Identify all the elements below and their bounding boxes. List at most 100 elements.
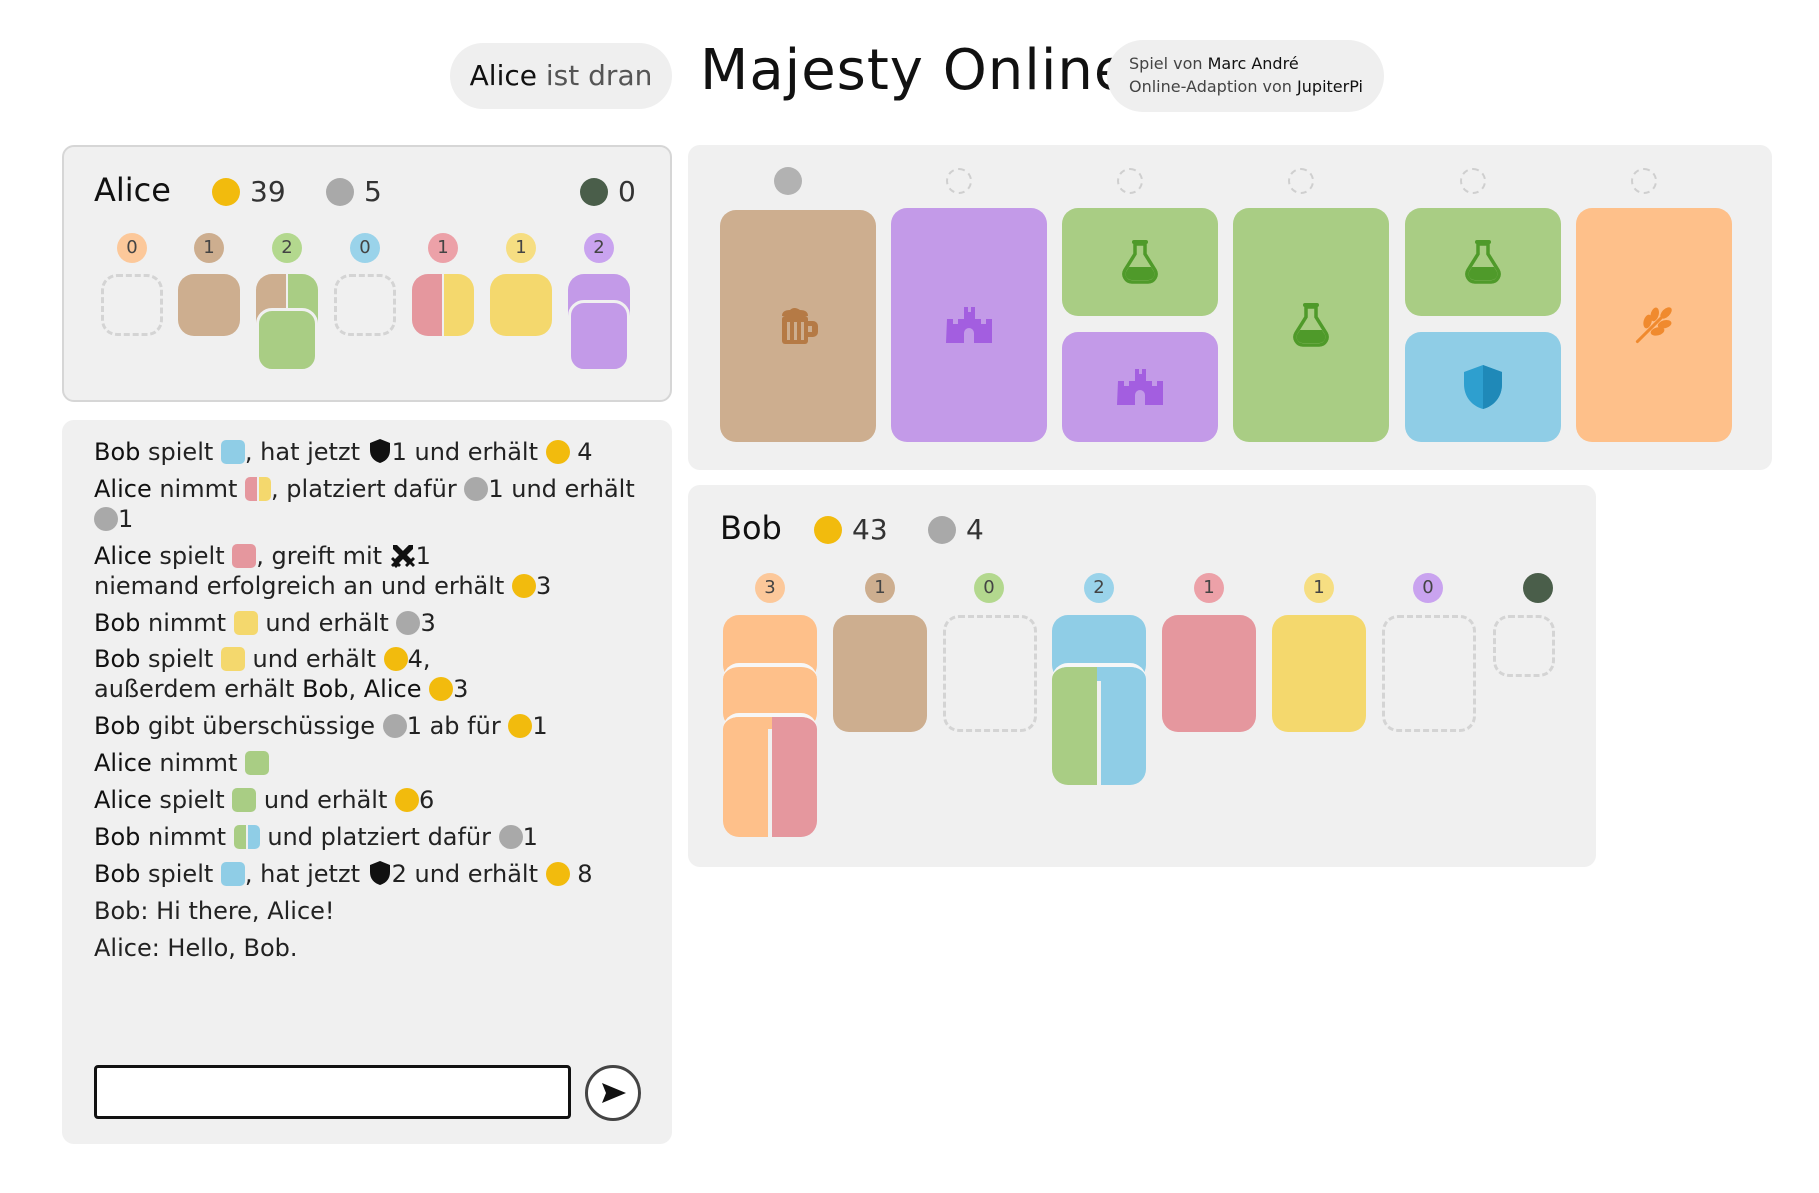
log-entry: Alice spielt und erhält 6 bbox=[94, 786, 435, 814]
building-count-badge: 1 bbox=[194, 233, 224, 263]
building-count-badge: 2 bbox=[272, 233, 302, 263]
coin-icon bbox=[545, 862, 570, 886]
chat-message: Alice: Hello, Bob. bbox=[94, 934, 298, 962]
infirmary-badge bbox=[1523, 573, 1553, 603]
meeple-icon bbox=[326, 177, 354, 206]
building-card bbox=[1272, 615, 1366, 732]
building-count-badge: 3 bbox=[755, 573, 785, 603]
building-count-badge: 0 bbox=[117, 233, 147, 263]
yellow-card-icon bbox=[233, 611, 258, 635]
coin-icon bbox=[394, 788, 419, 812]
infirmary-counter: 0 bbox=[580, 175, 636, 208]
castle-icon bbox=[1117, 369, 1163, 405]
market-card[interactable] bbox=[720, 210, 876, 442]
building-count-badge: 1 bbox=[506, 233, 536, 263]
building-card bbox=[178, 274, 240, 336]
turn-text: ist dran bbox=[545, 59, 653, 92]
log-entry: Bob spielt , hat jetzt 2 und erhält 8 bbox=[94, 860, 593, 888]
building-card bbox=[490, 274, 552, 336]
coin-icon bbox=[212, 177, 240, 206]
credit-prefix-2: Online-Adaption von bbox=[1129, 77, 1292, 96]
potion-flask-icon bbox=[1293, 303, 1329, 347]
empty-building-slot bbox=[1382, 615, 1476, 732]
log-entry: Bob gibt überschüssige 1 ab für 1 bbox=[94, 712, 548, 740]
empty-building-slot bbox=[943, 615, 1037, 732]
building-card bbox=[256, 308, 318, 372]
meeple-count: 5 bbox=[364, 175, 382, 208]
potion-flask-icon bbox=[1122, 240, 1158, 284]
page-title: Majesty Online bbox=[700, 38, 1130, 103]
red-card-icon bbox=[232, 544, 257, 568]
log-entry: Alice nimmt bbox=[94, 745, 270, 781]
potion-flask-icon bbox=[1465, 240, 1501, 284]
market-card[interactable] bbox=[1405, 208, 1561, 316]
meeple-on-card bbox=[774, 167, 802, 195]
bob-player-panel: Bob 43 4 3 1 0 2 1 1 0 bbox=[688, 485, 1596, 867]
building-count-badge: 2 bbox=[1084, 573, 1114, 603]
alice-player-panel: Alice 39 5 0 0 1 2 0 1 1 2 bbox=[62, 145, 672, 402]
chat-input[interactable] bbox=[94, 1065, 571, 1119]
log-entry: Bob nimmt und erhält 3 bbox=[94, 609, 436, 637]
log-entry-continued: 1 bbox=[94, 501, 133, 537]
meeple-icon bbox=[498, 825, 523, 849]
building-count-badge: 0 bbox=[1413, 573, 1443, 603]
coin-icon bbox=[511, 574, 536, 598]
meeple-icon bbox=[382, 714, 407, 738]
market-card[interactable] bbox=[1576, 208, 1732, 442]
meeple-icon bbox=[928, 515, 956, 544]
building-card bbox=[568, 300, 630, 372]
green-card-icon bbox=[245, 751, 270, 775]
meeple-icon bbox=[396, 611, 421, 635]
market-card-secondary bbox=[1405, 332, 1561, 442]
turn-indicator: Alice ist dran bbox=[450, 43, 672, 109]
building-count-badge: 0 bbox=[350, 233, 380, 263]
infirmary-count: 0 bbox=[618, 175, 636, 208]
shield-icon bbox=[1464, 365, 1502, 409]
market-card[interactable] bbox=[1062, 208, 1218, 316]
building-count-badge: 2 bbox=[584, 233, 614, 263]
log-entry-continued: niemand erfolgreich an und erhält 3 bbox=[94, 572, 552, 600]
market-card[interactable] bbox=[891, 208, 1047, 442]
empty-building-slot bbox=[334, 274, 396, 336]
coin-count: 43 bbox=[852, 513, 888, 546]
shield-icon bbox=[369, 861, 390, 885]
shield-icon bbox=[369, 439, 390, 463]
market-card-secondary bbox=[1062, 332, 1218, 442]
building-card bbox=[1162, 615, 1256, 732]
empty-meeple-slot bbox=[1460, 168, 1486, 194]
beer-mug-icon bbox=[782, 308, 818, 344]
building-card bbox=[833, 615, 927, 732]
chat-message: Bob: Hi there, Alice! bbox=[94, 897, 335, 925]
empty-infirmary-slot bbox=[1493, 615, 1555, 677]
credit-prefix-1: Spiel von bbox=[1129, 54, 1203, 73]
meeple-counter: 5 bbox=[326, 175, 382, 208]
building-card-split bbox=[412, 274, 474, 336]
coin-icon bbox=[814, 515, 842, 544]
coin-counter: 43 bbox=[814, 513, 888, 546]
market-card[interactable] bbox=[1233, 208, 1389, 442]
building-count-badge: 1 bbox=[1194, 573, 1224, 603]
empty-building-slot bbox=[101, 274, 163, 336]
send-arrow-icon bbox=[602, 1083, 626, 1103]
green-card-half-icon bbox=[233, 825, 246, 849]
coin-counter: 39 bbox=[212, 175, 286, 208]
blue-card-icon bbox=[220, 440, 245, 464]
wheat-icon bbox=[1635, 307, 1672, 344]
meeple-icon bbox=[464, 477, 489, 501]
empty-meeple-slot bbox=[1631, 168, 1657, 194]
log-entry: Bob spielt , hat jetzt 1 und erhält 4 bbox=[94, 438, 593, 466]
player-name: Alice bbox=[94, 171, 171, 209]
send-button[interactable] bbox=[585, 1065, 641, 1121]
coin-icon bbox=[429, 677, 454, 701]
meeple-count: 4 bbox=[966, 513, 984, 546]
coin-icon bbox=[508, 714, 533, 738]
log-entry: Alice nimmt , platziert dafür 1 und erhä… bbox=[94, 475, 635, 503]
red-card-half-icon bbox=[245, 477, 258, 501]
log-entry-continued: außerdem erhält Bob, Alice 3 bbox=[94, 675, 469, 703]
meeple-icon bbox=[94, 507, 118, 531]
card-market bbox=[688, 145, 1772, 470]
green-card-icon bbox=[232, 788, 257, 812]
building-count-badge: 0 bbox=[974, 573, 1004, 603]
credits-badge: Spiel von Marc André Online-Adaption von… bbox=[1107, 40, 1384, 112]
infirmary-icon bbox=[580, 177, 608, 206]
